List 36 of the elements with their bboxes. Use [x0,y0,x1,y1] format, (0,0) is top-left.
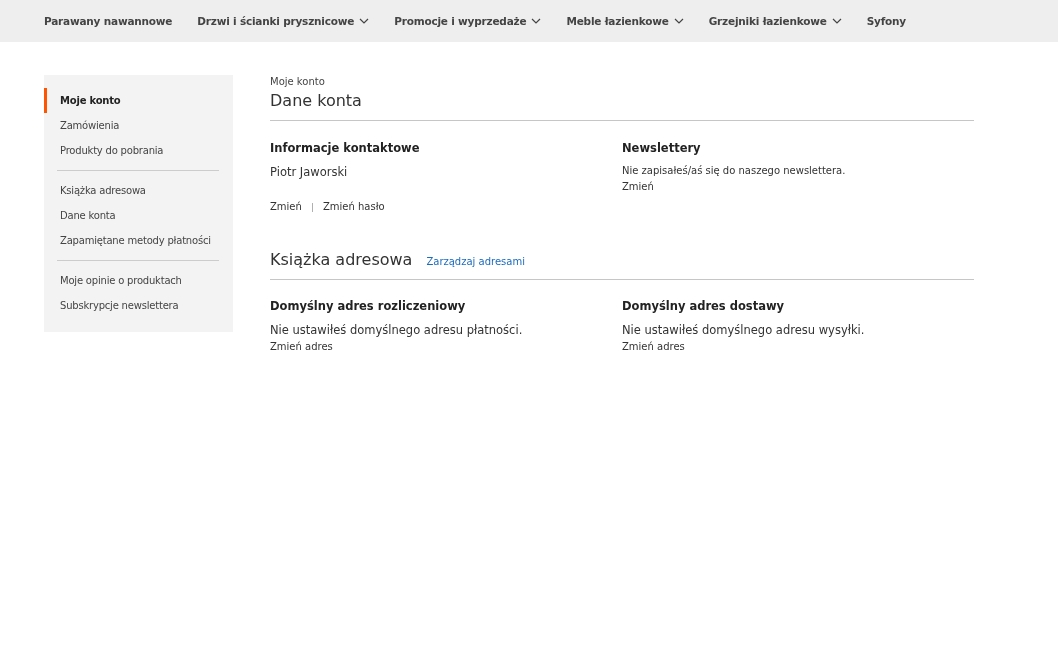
section-heading: Książka adresowa [270,250,413,269]
sidebar-item[interactable]: Produkty do pobrania [44,138,233,163]
section-title: Newslettery [622,141,702,155]
sidebar-item[interactable]: Zamówienia [44,113,233,138]
sidebar-item[interactable]: Zapamiętane metody płatności [44,228,233,253]
newsletter-status: Nie zapisałeś/aś się do naszego newslettera. [622,165,847,176]
sidebar-item[interactable]: Książka adresowa [44,178,233,203]
link[interactable]: Zmień adres [622,341,974,352]
breadcrumb: Moje konto [270,76,326,87]
section-title: Informacje kontaktowe [270,141,421,155]
link[interactable]: Zmień adres [270,341,622,352]
nav-link[interactable]: Promocje i wyprzedaże [394,15,542,27]
nav-link[interactable]: Syfony [866,15,906,27]
contact-name: Piotr Jaworski [270,165,349,179]
link[interactable]: Zmień hasło [322,201,385,212]
nav-link[interactable]: Drzwi i ścianki prysznicowe [197,15,370,27]
sidebar-item[interactable]: Dane konta [44,203,233,228]
separator: | [310,201,314,212]
nav-link[interactable]: Grzejniki łazienkowe [708,15,842,27]
chevron-down-icon [673,18,684,24]
chevron-down-icon [831,18,842,24]
page-title: Dane konta [270,91,363,110]
manage-addresses-link[interactable]: Zarządzaj adresami [426,256,525,267]
sidebar-item[interactable]: Moje konto [44,88,233,113]
section-title: Domyślny adres rozliczeniowy [270,299,467,313]
chevron-down-icon [359,18,370,24]
sidebar-item[interactable]: Moje opinie o produktach [44,268,233,293]
nav-link[interactable]: Meble łazienkowe [566,15,684,27]
section-title: Domyślny adres dostawy [622,299,786,313]
nav-link[interactable]: Parawany nawannowe [44,15,173,27]
link[interactable]: Zmień [270,201,302,212]
sidebar-item[interactable]: Subskrypcje newslettera [44,293,233,318]
address-text: Nie ustawiłeś domyślnego adresu płatności. [270,323,524,337]
link[interactable]: Zmień [622,181,974,192]
address-text: Nie ustawiłeś domyślnego adresu wysyłki. [622,323,866,337]
chevron-down-icon [531,18,542,24]
